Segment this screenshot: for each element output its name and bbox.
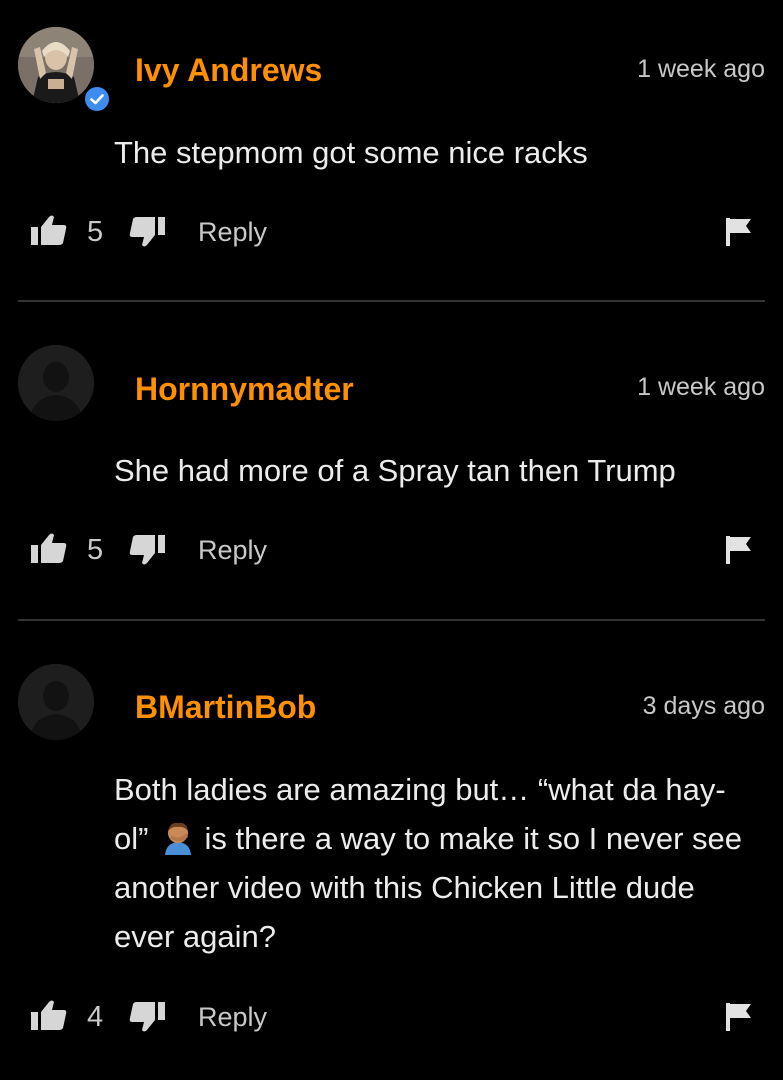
- comment-username[interactable]: Hornnymadter: [135, 373, 354, 405]
- default-avatar-icon: [18, 664, 94, 740]
- reply-button[interactable]: Reply: [198, 1004, 267, 1031]
- comment-timestamp: 3 days ago: [642, 692, 765, 720]
- comment-divider: [18, 300, 765, 302]
- comment-timestamp: 1 week ago: [637, 373, 765, 401]
- thumbs-down-icon[interactable]: [128, 999, 166, 1038]
- thumbs-down-icon[interactable]: [128, 214, 166, 253]
- comment-text-part: is there a way to make it so I never see…: [114, 821, 743, 954]
- comment-actions: 5 Reply: [0, 214, 783, 254]
- comment-text: The stepmom got some nice racks: [114, 135, 588, 170]
- like-count: 4: [87, 1001, 104, 1033]
- flag-report-icon[interactable]: [724, 216, 754, 253]
- like-count: 5: [87, 216, 104, 248]
- comment-username[interactable]: Ivy Andrews: [135, 54, 322, 86]
- comment-text: She had more of a Spray tan then Trump: [114, 453, 676, 488]
- comment-actions: 4 Reply: [0, 999, 783, 1039]
- user-avatar[interactable]: [18, 345, 94, 421]
- comment-timestamp: 1 week ago: [637, 55, 765, 83]
- man-facepalming-emoji-icon: [162, 820, 194, 855]
- flag-report-icon[interactable]: [724, 1001, 754, 1038]
- comment-actions: 5 Reply: [0, 532, 783, 572]
- comment-text: Both ladies are amazing but… “what da ha…: [114, 765, 744, 961]
- user-avatar[interactable]: [18, 664, 94, 740]
- thumbs-down-icon[interactable]: [128, 532, 166, 571]
- thumbs-up-icon[interactable]: [30, 532, 68, 571]
- thumbs-up-icon[interactable]: [30, 999, 68, 1038]
- like-count: 5: [87, 534, 104, 566]
- reply-button[interactable]: Reply: [198, 537, 267, 564]
- reply-button[interactable]: Reply: [198, 219, 267, 246]
- thumbs-up-icon[interactable]: [30, 214, 68, 253]
- default-avatar-icon: [18, 345, 94, 421]
- comment-username[interactable]: BMartinBob: [135, 691, 316, 723]
- flag-report-icon[interactable]: [724, 534, 754, 571]
- comment-divider: [18, 619, 765, 621]
- verified-badge-icon: [82, 84, 112, 114]
